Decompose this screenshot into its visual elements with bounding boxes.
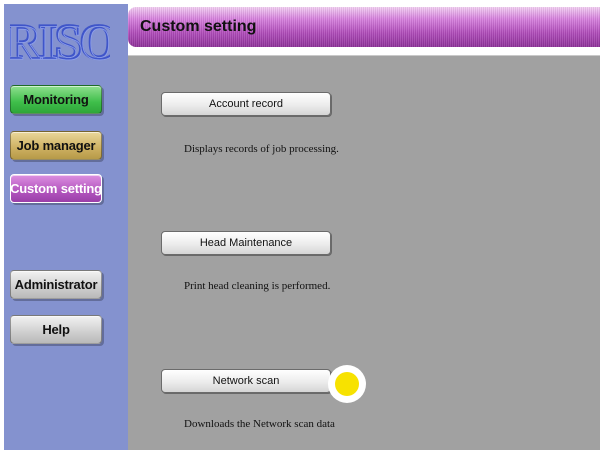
sidebar-item-label: Help — [42, 322, 70, 337]
network-scan-button[interactable]: Network scan — [161, 369, 331, 393]
button-label: Network scan — [212, 375, 280, 387]
sidebar-item-label: Job manager — [16, 138, 96, 153]
sidebar-item-label: Custom setting — [10, 181, 102, 196]
sidebar: RISO RISO Monitoring Job manager Custom … — [4, 4, 128, 450]
network-scan-description: Downloads the Network scan data — [184, 418, 335, 430]
cursor-highlight-icon — [328, 365, 366, 403]
sidebar-item-label: Monitoring — [23, 92, 89, 107]
header-banner: Custom setting — [128, 7, 600, 47]
sidebar-item-custom-setting[interactable]: Custom setting — [10, 174, 102, 203]
app-window: RISO RISO Monitoring Job manager Custom … — [0, 0, 600, 454]
svg-text:RISO: RISO — [10, 14, 110, 68]
account-record-button[interactable]: Account record — [161, 92, 331, 116]
head-maintenance-description: Print head cleaning is performed. — [184, 280, 331, 292]
account-record-description: Displays records of job processing. — [184, 143, 339, 155]
button-label: Account record — [209, 98, 283, 110]
page-title: Custom setting — [140, 18, 257, 35]
button-label: Head Maintenance — [199, 237, 293, 249]
sidebar-item-monitoring[interactable]: Monitoring — [10, 85, 102, 114]
sidebar-item-administrator[interactable]: Administrator — [10, 270, 102, 299]
riso-logo: RISO RISO — [10, 12, 110, 68]
sidebar-item-job-manager[interactable]: Job manager — [10, 131, 102, 160]
sidebar-item-help[interactable]: Help — [10, 315, 102, 344]
main-panel: Account record Displays records of job p… — [128, 56, 600, 450]
cursor-dot — [335, 372, 359, 396]
sidebar-item-label: Administrator — [14, 277, 98, 292]
head-maintenance-button[interactable]: Head Maintenance — [161, 231, 331, 255]
